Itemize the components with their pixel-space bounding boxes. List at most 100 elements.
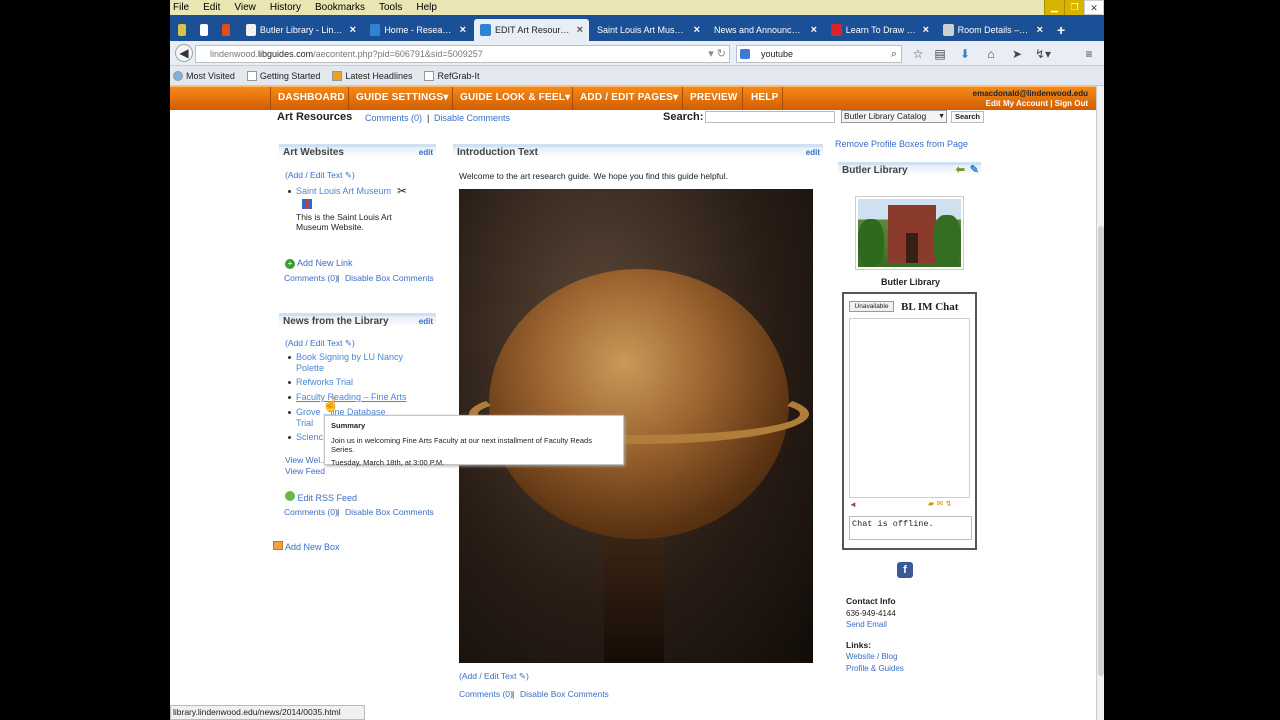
minimize-icon[interactable]: ▁ (1044, 0, 1064, 15)
search-catalog-select[interactable]: Butler Library Catalog ▼ (841, 110, 947, 123)
search-button[interactable]: Search (951, 111, 984, 123)
tab-close-icon[interactable]: × (811, 24, 817, 36)
chat-input[interactable]: Chat is offline. (849, 516, 972, 540)
tab-room-details[interactable]: Room Details – Sa...× (937, 19, 1049, 41)
nav-guide-look-feel[interactable]: GUIDE LOOK & FEEL▾ (460, 92, 570, 103)
menu-bookmarks[interactable]: Bookmarks (315, 2, 365, 13)
edit-rss-feed-link[interactable]: Edit RSS Feed (285, 491, 357, 503)
remove-profile-boxes-link[interactable]: Remove Profile Boxes from Page (835, 139, 968, 149)
tools-icon[interactable]: ↯▾ (1034, 45, 1052, 63)
bookmark-getting-started[interactable]: Getting Started (246, 70, 320, 81)
news-item[interactable]: Book Signing by LU Nancy (286, 352, 403, 363)
arrow-back-icon[interactable]: ⬅ (956, 164, 965, 176)
menu-file[interactable]: File (173, 2, 189, 13)
vertical-scrollbar[interactable] (1096, 86, 1104, 720)
add-edit-text-link[interactable]: (Add / Edit Text ✎) (285, 170, 355, 181)
menu-view[interactable]: View (234, 2, 256, 13)
tab-news-announcements[interactable]: News and Announceme...× (708, 19, 823, 41)
tab-close-icon[interactable]: × (694, 24, 700, 36)
hamburger-menu-icon[interactable]: ≡ (1080, 45, 1098, 63)
nav-dashboard[interactable]: DASHBOARD (278, 92, 345, 103)
bookmark-refgrab-it[interactable]: RefGrab-It (424, 70, 479, 81)
send-email-link[interactable]: Send Email (846, 620, 887, 629)
box-comments-link[interactable]: Comments (0) (459, 689, 513, 699)
website-blog-link[interactable]: Website / Blog (846, 652, 897, 661)
box-comments-link[interactable]: Comments (0) (284, 273, 338, 283)
new-tab-icon[interactable]: + (1051, 19, 1072, 41)
speaker-icon[interactable]: ◄ (849, 500, 857, 509)
menu-history[interactable]: History (270, 2, 301, 13)
menu-edit[interactable]: Edit (203, 2, 220, 13)
bookmark-most-visited[interactable]: Most Visited (173, 70, 235, 81)
tab-home-research[interactable]: Home - Research ...× (364, 19, 472, 41)
tab-pin-icon[interactable] (218, 19, 238, 41)
box-header-butler-library: Butler Library ⬅ ✎ (838, 162, 981, 176)
send-icon[interactable]: ➤ (1008, 45, 1026, 63)
add-edit-text-link[interactable]: (Add / Edit Text ✎) (459, 671, 529, 682)
tab-saint-louis-art-museum[interactable]: Saint Louis Art Museum × (591, 19, 706, 41)
sign-out-link[interactable]: Sign Out (1055, 99, 1088, 108)
tab-close-icon[interactable]: × (577, 24, 583, 36)
tab-butler-library[interactable]: Butler Library - Lindenw...× (240, 19, 362, 41)
tab-close-icon[interactable]: × (350, 24, 356, 36)
tab-learn-to-draw[interactable]: Learn To Draw - 0...× (825, 19, 935, 41)
nav-add-edit-pages[interactable]: ADD / EDIT PAGES▾ (580, 92, 678, 103)
tab-close-icon[interactable]: × (923, 24, 929, 36)
pencil-icon[interactable]: ✎ (970, 164, 979, 176)
t-icon (370, 24, 381, 36)
news-item[interactable]: Faculty Reading – Fine Arts (286, 392, 407, 403)
chat-status-button[interactable]: Unavailable (849, 301, 894, 312)
star-icon[interactable]: ☆ (909, 45, 927, 63)
chart-stats-icon[interactable] (302, 199, 312, 209)
edit-my-account-link[interactable]: Edit My Account (986, 99, 1048, 108)
add-new-link[interactable]: + Add New Link (285, 258, 353, 269)
reload-icon[interactable]: ▾ ↻ (708, 46, 726, 62)
home-icon[interactable]: ⌂ (982, 45, 1000, 63)
tab-close-icon[interactable]: × (1037, 24, 1043, 36)
search-input[interactable]: youtube ⌕ (736, 45, 902, 63)
menu-tools[interactable]: Tools (379, 2, 402, 13)
chat-tools-icons[interactable]: ▰ ✉ ↯ (928, 499, 952, 508)
news-item[interactable]: Refworks Trial (286, 377, 353, 388)
app-grid-icon[interactable] (174, 19, 194, 41)
view-web-link[interactable]: View Wel... (285, 455, 327, 465)
facebook-icon[interactable]: f (897, 562, 913, 578)
edit-link[interactable]: edit (806, 147, 820, 159)
edit-link[interactable]: edit (419, 316, 433, 328)
add-new-box-link[interactable]: Add New Box (273, 541, 340, 552)
download-icon[interactable]: ⬇ (956, 45, 974, 63)
nav-help[interactable]: HELP (751, 92, 778, 103)
menu-help[interactable]: Help (416, 2, 437, 13)
guide-comments-link[interactable]: Comments (0) (365, 113, 422, 123)
news-item-continuation[interactable]: Trial (296, 418, 313, 428)
google-icon (740, 49, 750, 59)
url-bar[interactable]: lindenwood.libguides.com/aecontent.php?p… (195, 45, 730, 63)
clipboard-icon[interactable]: ▤ (931, 45, 949, 63)
guide-search-input[interactable] (705, 111, 835, 123)
disable-comments-link[interactable]: Disable Comments (434, 113, 510, 123)
disable-box-comments-link[interactable]: Disable Box Comments (520, 689, 609, 699)
nav-guide-settings[interactable]: GUIDE SETTINGS▾ (356, 92, 448, 103)
search-icon[interactable]: ⌕ (891, 46, 897, 62)
tab-close-icon[interactable]: × (460, 24, 466, 36)
disable-box-comments-link[interactable]: Disable Box Comments (345, 273, 434, 283)
profile-guides-link[interactable]: Profile & Guides (846, 664, 904, 673)
disable-box-comments-link[interactable]: Disable Box Comments (345, 507, 434, 517)
edit-link[interactable]: edit (419, 147, 433, 159)
scissors-tools-icon[interactable]: ✂ (397, 184, 407, 198)
tab-edit-art-resources[interactable]: EDIT Art Resource... × (474, 19, 589, 41)
view-feed-link[interactable]: View Feed (285, 466, 325, 476)
add-edit-text-link[interactable]: (Add / Edit Text ✎) (285, 338, 355, 349)
close-window-icon[interactable]: ✕ (1084, 0, 1104, 15)
restore-icon[interactable]: ❐ (1064, 0, 1084, 15)
box-comments-link[interactable]: Comments (0) (284, 507, 338, 517)
bookmark-latest-headlines[interactable]: Latest Headlines (332, 70, 412, 81)
rss-folder-icon (332, 70, 343, 81)
tab-tv-icon[interactable] (196, 19, 216, 41)
nav-preview[interactable]: PREVIEW (690, 92, 738, 103)
link-saint-louis-art-museum[interactable]: Saint Louis Art Museum (286, 186, 391, 197)
news-item-continuation[interactable]: Polette (296, 363, 324, 373)
menu-bar: File Edit View History Bookmarks Tools H… (170, 0, 1104, 15)
scrollbar-thumb[interactable] (1098, 226, 1104, 676)
back-arrow-icon[interactable]: ◀ (175, 44, 193, 62)
